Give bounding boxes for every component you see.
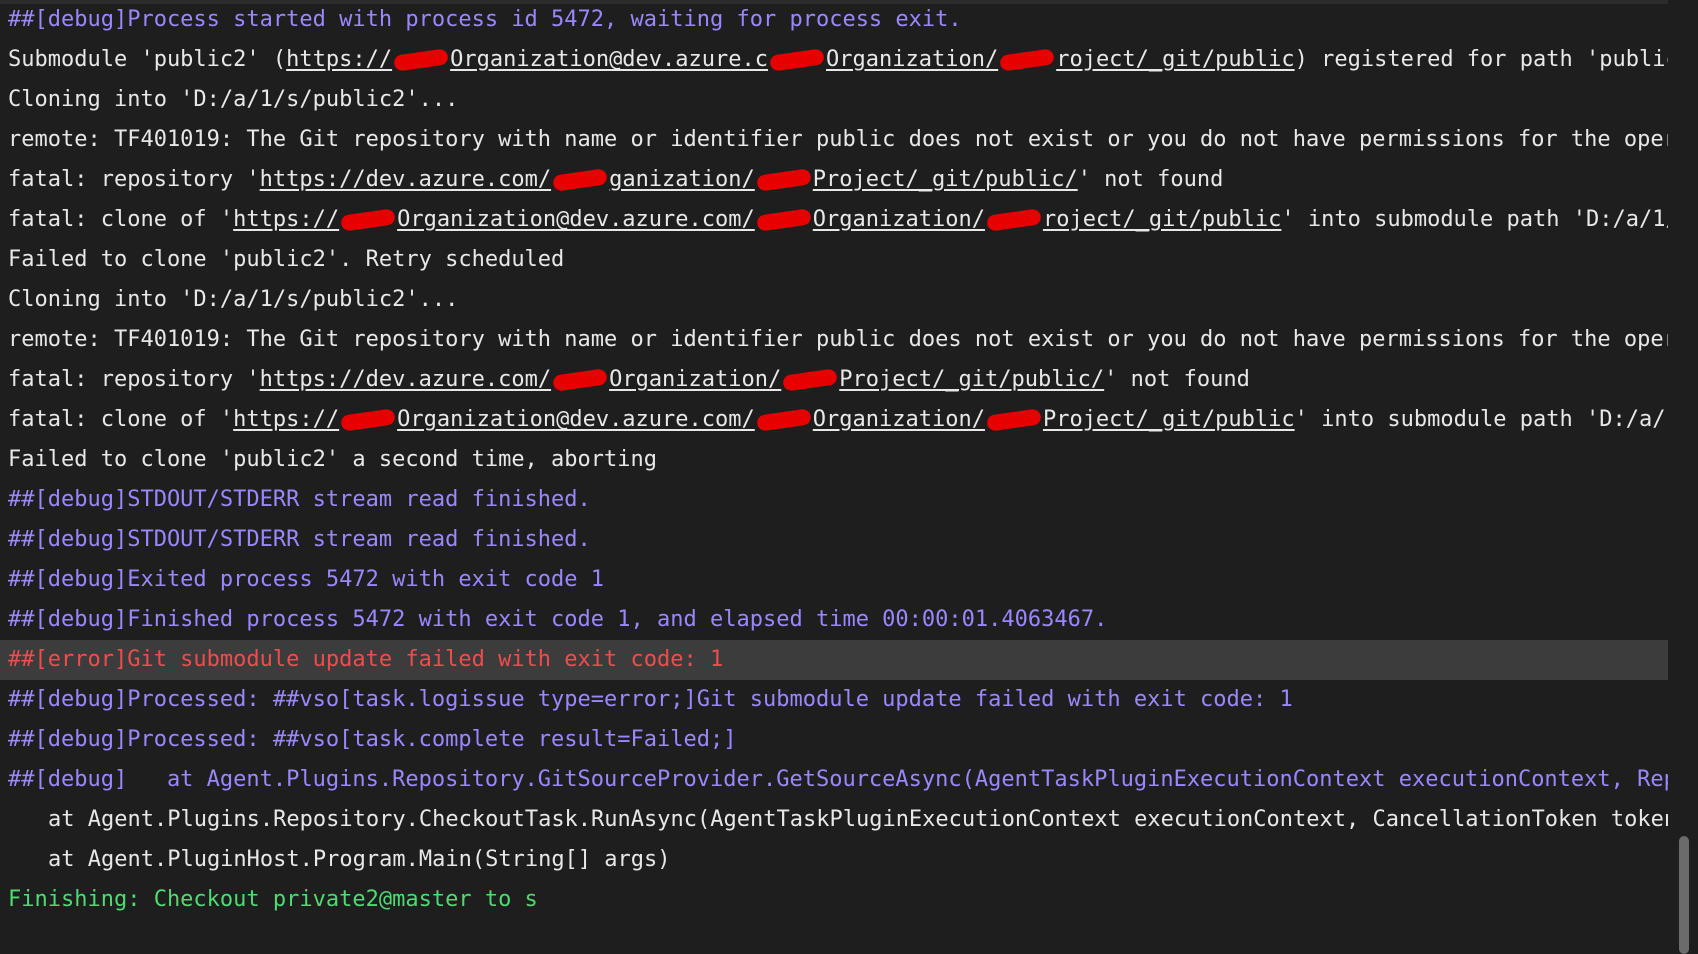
clone-url-link[interactable]: https:// Organization@dev.azure.com/Organ… — [233, 407, 1294, 432]
url-part: Project/_git/public — [1042, 407, 1295, 432]
redaction-mark — [393, 48, 449, 72]
log-line-fatal-clone: fatal: clone of 'https:// Organization@de… — [0, 400, 1668, 440]
scrollbar-thumb[interactable] — [1679, 836, 1689, 954]
log-line-debug: ##[debug]STDOUT/STDERR stream read finis… — [8, 487, 591, 512]
url-part: roject/_git/public — [1056, 47, 1295, 72]
text: ) registered for path 'public — [1294, 47, 1668, 72]
log-output: ##[debug]Process started with process id… — [0, 0, 1668, 954]
text: fatal: repository ' — [8, 167, 260, 192]
log-line-fatal-clone: fatal: clone of 'https:// Organization@de… — [0, 200, 1668, 240]
url-part: https:// — [233, 407, 340, 432]
log-line-cloning: Cloning into 'D:/a/1/s/public2'... — [8, 87, 459, 112]
submodule-url-link[interactable]: https:// Organization@dev.azure.c Organiza… — [286, 47, 1294, 72]
text: ' into submodule path 'D:/a/1/s/p — [1294, 407, 1668, 432]
log-line-remote-error: remote: TF401019: The Git repository wit… — [8, 127, 1668, 152]
url-part: Organization@dev.azure.c — [450, 47, 769, 72]
log-line-fatal-repo: fatal: repository 'https://dev.azure.com… — [0, 160, 1668, 200]
log-line-cloning: Cloning into 'D:/a/1/s/public2'... — [8, 287, 459, 312]
url-part: https:// — [286, 47, 393, 72]
redaction-mark — [552, 368, 608, 392]
url-part: Organization/ — [812, 207, 985, 232]
log-line-retry: Failed to clone 'public2'. Retry schedul… — [8, 247, 565, 272]
url-part: https://dev.azure.com/ — [259, 167, 552, 192]
url-part: Project/_git/public/ — [839, 367, 1105, 392]
vertical-scrollbar[interactable] — [1668, 0, 1698, 954]
log-line-debug-stacktrace: ##[debug] at Agent.Plugins.Repository.Gi… — [8, 767, 1668, 792]
redaction-mark — [782, 368, 839, 392]
url-part: Organization@dev.azure.com/ — [397, 207, 755, 232]
text: ' not found — [1077, 167, 1224, 192]
text: ' not found — [1104, 367, 1250, 392]
log-line-error-highlighted[interactable]: ##[error]Git submodule update failed wit… — [0, 640, 1668, 680]
log-line-debug: ##[debug]Process started with process id… — [8, 7, 962, 32]
log-line-debug: ##[debug]Finished process 5472 with exit… — [8, 607, 1108, 632]
url-part: roject/_git/public — [1042, 207, 1282, 232]
log-line-fatal-repo: fatal: repository 'https://dev.azure.com… — [0, 360, 1668, 400]
redaction-mark — [552, 168, 608, 192]
log-line-finishing: Finishing: Checkout private2@master to s — [8, 887, 538, 912]
url-part: https:// — [233, 207, 340, 232]
redaction-mark — [340, 408, 396, 432]
text: ' into submodule path 'D:/a/1/s/p — [1281, 207, 1668, 232]
redaction-mark — [999, 48, 1056, 72]
log-line-stacktrace: at Agent.PluginHost.Program.Main(String[… — [48, 847, 671, 872]
redaction-mark — [755, 168, 812, 192]
log-line-remote-error: remote: TF401019: The Git repository wit… — [8, 327, 1668, 352]
log-line-debug: ##[debug]STDOUT/STDERR stream read finis… — [8, 527, 591, 552]
log-line-debug: ##[debug]Processed: ##vso[task.complete … — [8, 727, 737, 752]
url-part: ganization/ — [609, 167, 755, 192]
repo-url-link[interactable]: https://dev.azure.com/Organization/Proje… — [260, 367, 1105, 392]
redaction-mark — [769, 48, 825, 72]
redaction-mark — [755, 408, 812, 432]
redaction-mark — [755, 208, 812, 232]
top-divider — [0, 0, 1668, 4]
log-line-debug: ##[debug]Processed: ##vso[task.logissue … — [8, 687, 1293, 712]
text: fatal: clone of ' — [8, 207, 234, 232]
log-line-submodule: Submodule 'public2' (https:// Organizatio… — [0, 40, 1668, 80]
url-part: Organization/ — [812, 407, 985, 432]
log-line-debug: ##[debug]Exited process 5472 with exit c… — [8, 567, 605, 592]
text: Submodule 'public2' ( — [8, 47, 287, 72]
text: fatal: repository ' — [8, 367, 260, 392]
redaction-mark — [340, 208, 396, 232]
url-part: Organization/ — [609, 367, 782, 392]
log-line-abort: Failed to clone 'public2' a second time,… — [8, 447, 658, 472]
repo-url-link[interactable]: https://dev.azure.com/ganization/Project… — [260, 167, 1078, 192]
text: fatal: clone of ' — [8, 407, 234, 432]
url-part: Organization/ — [826, 47, 999, 72]
redaction-mark — [986, 408, 1042, 432]
redaction-mark — [986, 208, 1042, 232]
url-part: Organization@dev.azure.com/ — [397, 407, 755, 432]
clone-url-link[interactable]: https:// Organization@dev.azure.com/Organ… — [233, 207, 1281, 232]
url-part: https://dev.azure.com/ — [259, 367, 552, 392]
url-part: Project/_git/public/ — [812, 167, 1078, 192]
log-line-stacktrace: at Agent.Plugins.Repository.CheckoutTask… — [48, 807, 1668, 832]
